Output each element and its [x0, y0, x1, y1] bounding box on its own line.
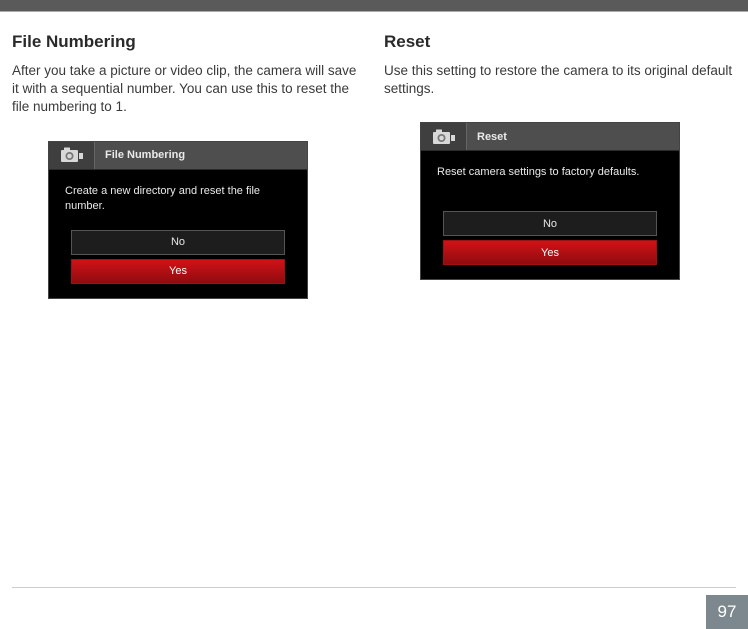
camera-icon: [49, 142, 95, 169]
page-number: 97: [706, 595, 748, 629]
file-numbering-desc: After you take a picture or video clip, …: [12, 62, 364, 117]
reset-dialog: Reset Reset camera settings to factory d…: [420, 122, 680, 280]
dialog-header: File Numbering: [49, 142, 307, 170]
page-footer: 97: [12, 587, 736, 629]
yes-button[interactable]: Yes: [71, 259, 285, 284]
top-bar: [0, 0, 748, 12]
reset-desc: Use this setting to restore the camera t…: [384, 62, 736, 98]
yes-button[interactable]: Yes: [443, 240, 657, 265]
dialog-title: Reset: [467, 123, 679, 150]
file-numbering-heading: File Numbering: [12, 32, 364, 52]
camera-icon: [421, 123, 467, 150]
reset-heading: Reset: [384, 32, 736, 52]
dialog-header: Reset: [421, 123, 679, 151]
dialog-body-text: Reset camera settings to factory default…: [421, 151, 679, 211]
page-content: File Numbering After you take a picture …: [0, 12, 748, 299]
dialog-body-text: Create a new directory and reset the fil…: [49, 170, 307, 230]
no-button[interactable]: No: [443, 211, 657, 236]
left-column: File Numbering After you take a picture …: [12, 32, 364, 299]
right-column: Reset Use this setting to restore the ca…: [384, 32, 736, 299]
dialog-title: File Numbering: [95, 142, 307, 169]
file-numbering-dialog: File Numbering Create a new directory an…: [48, 141, 308, 299]
no-button[interactable]: No: [71, 230, 285, 255]
